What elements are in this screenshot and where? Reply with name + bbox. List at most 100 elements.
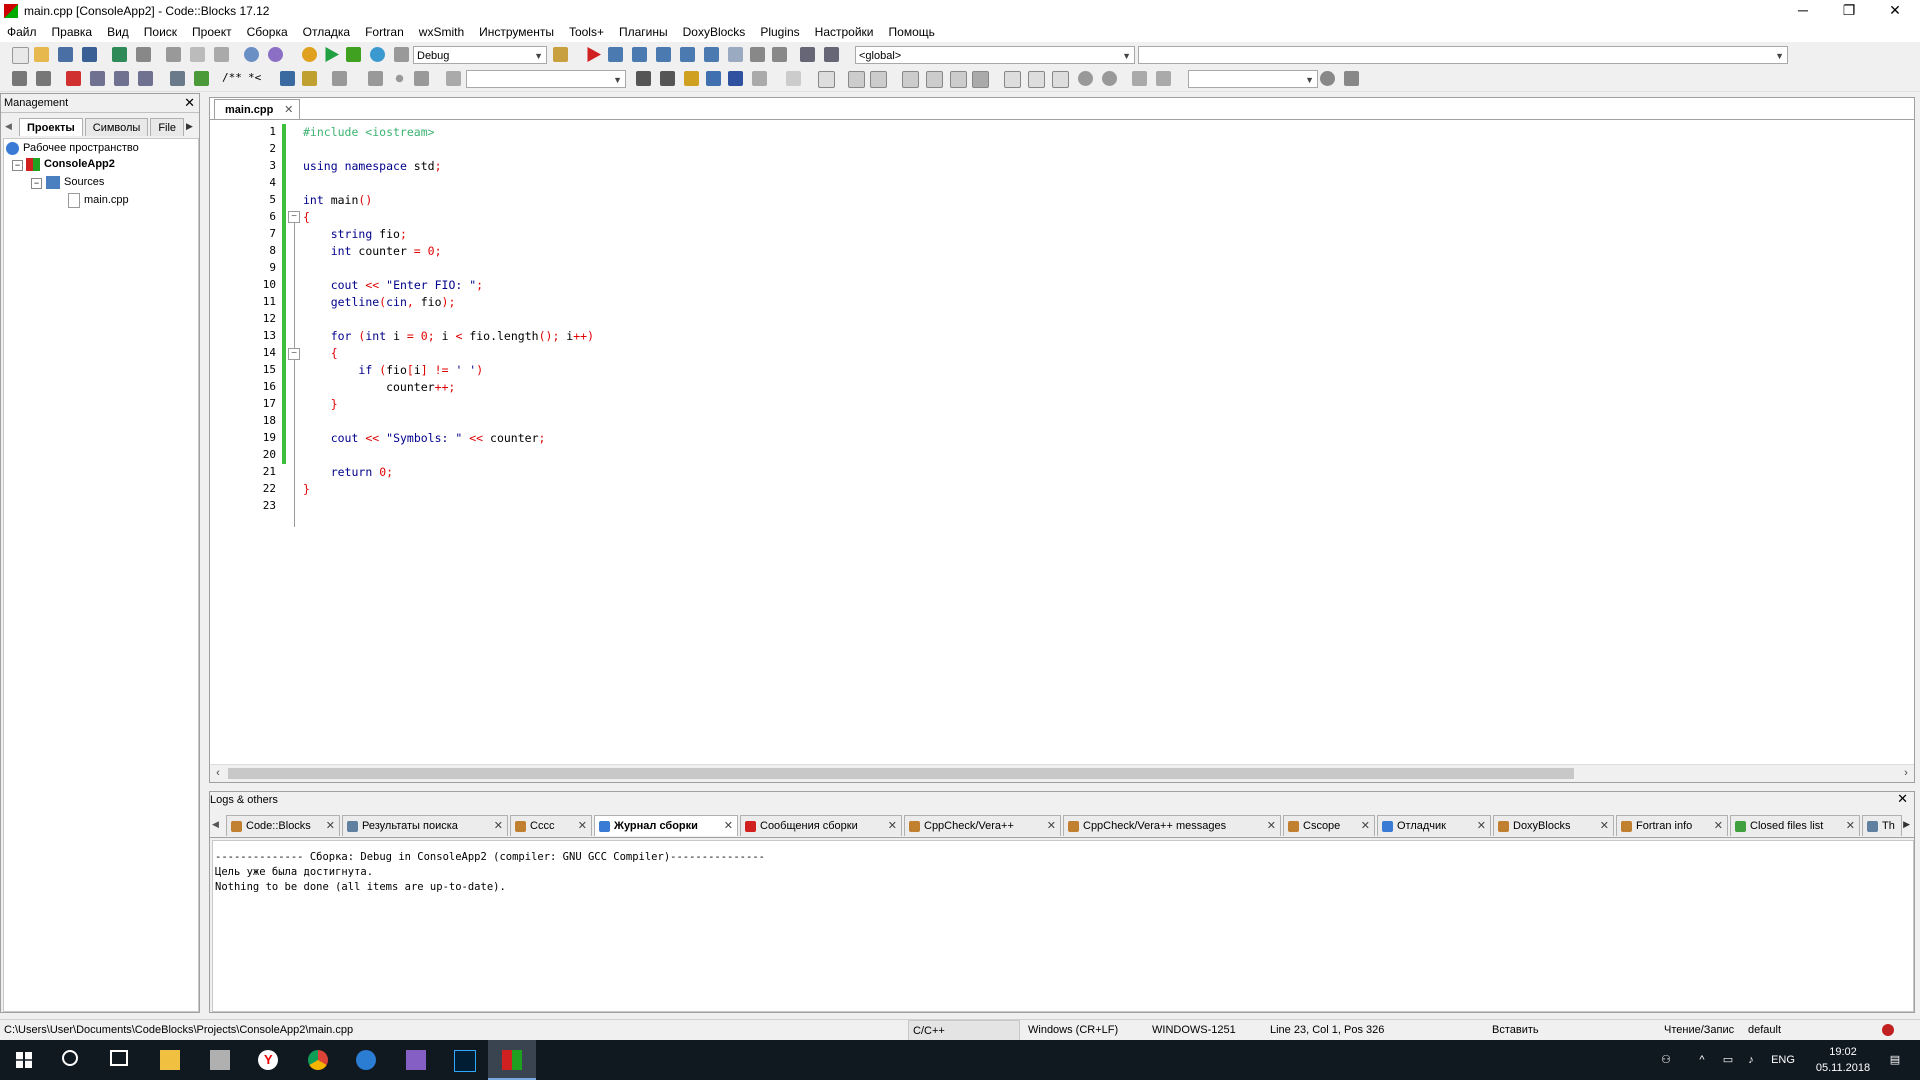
run-to-cursor-icon[interactable] bbox=[608, 47, 623, 62]
wizard-icon[interactable] bbox=[170, 71, 185, 86]
symbol-find-icon[interactable] bbox=[1320, 71, 1335, 86]
log-tab[interactable]: CppCheck/Vera++ messages ✕ bbox=[1063, 815, 1281, 836]
code-line[interactable]: using namespace std; bbox=[303, 159, 442, 173]
code-line[interactable]: { bbox=[303, 346, 338, 360]
menu-debug[interactable]: Отладка bbox=[296, 22, 358, 42]
step-into-instruction-icon[interactable] bbox=[728, 47, 743, 62]
close-icon[interactable]: ✕ bbox=[1897, 791, 1908, 807]
prev-bookmark-icon[interactable] bbox=[90, 71, 105, 86]
code-line[interactable]: getline(cin, fio); bbox=[303, 295, 456, 309]
rebuild-icon[interactable] bbox=[370, 47, 385, 62]
replace-icon[interactable] bbox=[268, 47, 283, 62]
log-tab[interactable]: Cscope ✕ bbox=[1283, 815, 1375, 836]
menu-plugins-ru[interactable]: Плагины bbox=[612, 22, 676, 42]
code-line[interactable]: } bbox=[303, 397, 338, 411]
close-icon[interactable]: ✕ bbox=[184, 94, 195, 112]
debug-continue-icon[interactable] bbox=[587, 47, 601, 62]
fold-marker-for[interactable]: − bbox=[288, 348, 300, 360]
windows-start-icon[interactable] bbox=[0, 1040, 48, 1080]
menu-doxyblocks[interactable]: DoxyBlocks bbox=[676, 22, 754, 42]
language-indicator[interactable]: ENG bbox=[1766, 1040, 1800, 1080]
paste-icon[interactable] bbox=[214, 47, 229, 62]
build-and-run-icon[interactable] bbox=[346, 47, 361, 62]
next-line-icon[interactable] bbox=[632, 47, 647, 62]
code-line[interactable]: int counter = 0; bbox=[303, 244, 442, 258]
next-bookmark-icon[interactable] bbox=[114, 71, 129, 86]
tabs-scroll-left-icon[interactable]: ◀ bbox=[5, 121, 12, 132]
log-tab[interactable]: Fortran info ✕ bbox=[1616, 815, 1728, 836]
text-box-icon[interactable] bbox=[870, 71, 887, 88]
comment-block-button[interactable]: /** bbox=[222, 71, 242, 84]
redo-icon[interactable] bbox=[136, 47, 151, 62]
scroll-right-icon[interactable]: › bbox=[1898, 765, 1914, 782]
visual-studio-icon[interactable] bbox=[392, 1040, 440, 1080]
box-sizer-icon[interactable] bbox=[950, 71, 967, 88]
scroll-thumb[interactable] bbox=[228, 768, 1574, 779]
zoom-in-icon[interactable] bbox=[1078, 71, 1093, 86]
code-line[interactable]: for (int i = 0; i < fio.length(); i++) bbox=[303, 329, 594, 343]
log-tab[interactable]: CppCheck/Vera++ ✕ bbox=[904, 815, 1061, 836]
close-tab-icon[interactable]: ✕ bbox=[1047, 816, 1056, 837]
wrench-icon[interactable] bbox=[1344, 71, 1359, 86]
stop-debug-icon[interactable] bbox=[772, 47, 787, 62]
copy-icon[interactable] bbox=[190, 47, 205, 62]
highlight-icon[interactable] bbox=[684, 71, 699, 86]
chrome-icon[interactable] bbox=[294, 1040, 342, 1080]
log-tab[interactable]: Сообщения сборки ✕ bbox=[740, 815, 902, 836]
close-tab-icon[interactable]: ✕ bbox=[326, 816, 335, 837]
horizontal-scrollbar[interactable]: ‹ › bbox=[210, 764, 1914, 782]
step-into-icon[interactable] bbox=[656, 47, 671, 62]
target-options-icon[interactable] bbox=[553, 47, 568, 62]
step-out-icon[interactable] bbox=[680, 47, 695, 62]
build-log-output[interactable]: -------------- Сборка: Debug in ConsoleA… bbox=[212, 840, 1914, 1012]
code-line[interactable]: return 0; bbox=[303, 465, 393, 479]
log-tab[interactable]: Результаты поиска ✕ bbox=[342, 815, 508, 836]
codeblocks-icon[interactable] bbox=[488, 1040, 536, 1080]
collapse-project-icon[interactable]: − bbox=[12, 160, 23, 171]
code-line[interactable]: string fio; bbox=[303, 227, 407, 241]
volume-icon[interactable]: ♪ bbox=[1742, 1040, 1760, 1080]
tree-workspace[interactable]: Рабочее пространство bbox=[6, 140, 139, 156]
chm-icon[interactable] bbox=[302, 71, 317, 86]
window-icon[interactable] bbox=[1052, 71, 1069, 88]
image-icon[interactable] bbox=[848, 71, 865, 88]
maximize-button[interactable]: ❐ bbox=[1826, 0, 1872, 22]
undo-icon[interactable] bbox=[112, 47, 127, 62]
close-button[interactable]: ✕ bbox=[1872, 0, 1918, 22]
next-instruction-icon[interactable] bbox=[704, 47, 719, 62]
debug-windows-icon[interactable] bbox=[800, 47, 815, 62]
regex-icon[interactable] bbox=[446, 71, 461, 86]
clock[interactable]: 19:02 05.11.2018 bbox=[1806, 1040, 1880, 1080]
menu-search[interactable]: Поиск bbox=[137, 22, 185, 42]
tree-file-main[interactable]: main.cpp bbox=[68, 192, 129, 208]
clear-search-icon[interactable] bbox=[752, 71, 767, 86]
close-tab-icon[interactable]: ✕ bbox=[494, 816, 503, 837]
breakpoint-icon[interactable] bbox=[395, 74, 404, 83]
open-file-icon[interactable] bbox=[34, 47, 49, 62]
doxy-extract-icon[interactable] bbox=[194, 71, 209, 86]
tree-folder-sources[interactable]: Sources bbox=[46, 174, 104, 190]
log-tabs-scroll-right-icon[interactable]: ▶ bbox=[1903, 819, 1910, 830]
build-gear-icon[interactable] bbox=[302, 47, 317, 62]
menu-edit[interactable]: Правка bbox=[45, 22, 101, 42]
log-tab[interactable]: Closed files list ✕ bbox=[1730, 815, 1860, 836]
comment-line-button[interactable]: *< bbox=[248, 71, 261, 84]
menu-fortran[interactable]: Fortran bbox=[358, 22, 412, 42]
printer-icon[interactable] bbox=[196, 1040, 244, 1080]
cut-icon[interactable] bbox=[166, 47, 181, 62]
menu-settings[interactable]: Настройки bbox=[808, 22, 882, 42]
yandex-browser-icon[interactable]: Y bbox=[244, 1040, 292, 1080]
save-icon[interactable] bbox=[58, 47, 73, 62]
close-tab-icon[interactable]: ✕ bbox=[284, 100, 293, 120]
debug-info-icon[interactable] bbox=[824, 47, 839, 62]
menu-tools[interactable]: Инструменты bbox=[472, 22, 562, 42]
close-tab-icon[interactable]: ✕ bbox=[578, 816, 587, 837]
clear-bookmarks-icon[interactable] bbox=[138, 71, 153, 86]
frame-icon[interactable] bbox=[1004, 71, 1021, 88]
tab-main-cpp[interactable]: main.cpp ✕ bbox=[214, 99, 301, 120]
photoshop-icon[interactable] bbox=[440, 1040, 488, 1080]
menu-plugins[interactable]: Plugins bbox=[753, 22, 807, 42]
file-explorer-icon[interactable] bbox=[146, 1040, 194, 1080]
close-tab-icon[interactable]: ✕ bbox=[1267, 816, 1276, 837]
log-tab[interactable]: Code::Blocks ✕ bbox=[226, 815, 340, 836]
